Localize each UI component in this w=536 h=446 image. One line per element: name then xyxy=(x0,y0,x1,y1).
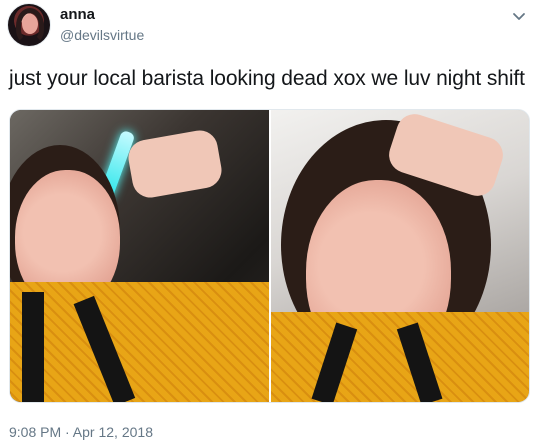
tweet-timestamp[interactable]: 9:08 PM · Apr 12, 2018 xyxy=(9,423,153,441)
tweet-text: just your local barista looking dead xox… xyxy=(9,67,525,90)
avatar-face xyxy=(22,14,38,34)
display-name[interactable]: anna xyxy=(60,6,95,24)
photo-right[interactable] xyxy=(270,110,529,402)
chevron-down-icon[interactable] xyxy=(512,9,526,23)
shirt xyxy=(270,312,529,402)
shirt xyxy=(10,282,269,402)
photo-left[interactable] xyxy=(10,110,269,402)
media-grid xyxy=(9,109,530,403)
apron-strap xyxy=(22,292,44,402)
avatar[interactable] xyxy=(7,3,51,47)
user-handle[interactable]: @devilsvirtue xyxy=(60,26,144,44)
